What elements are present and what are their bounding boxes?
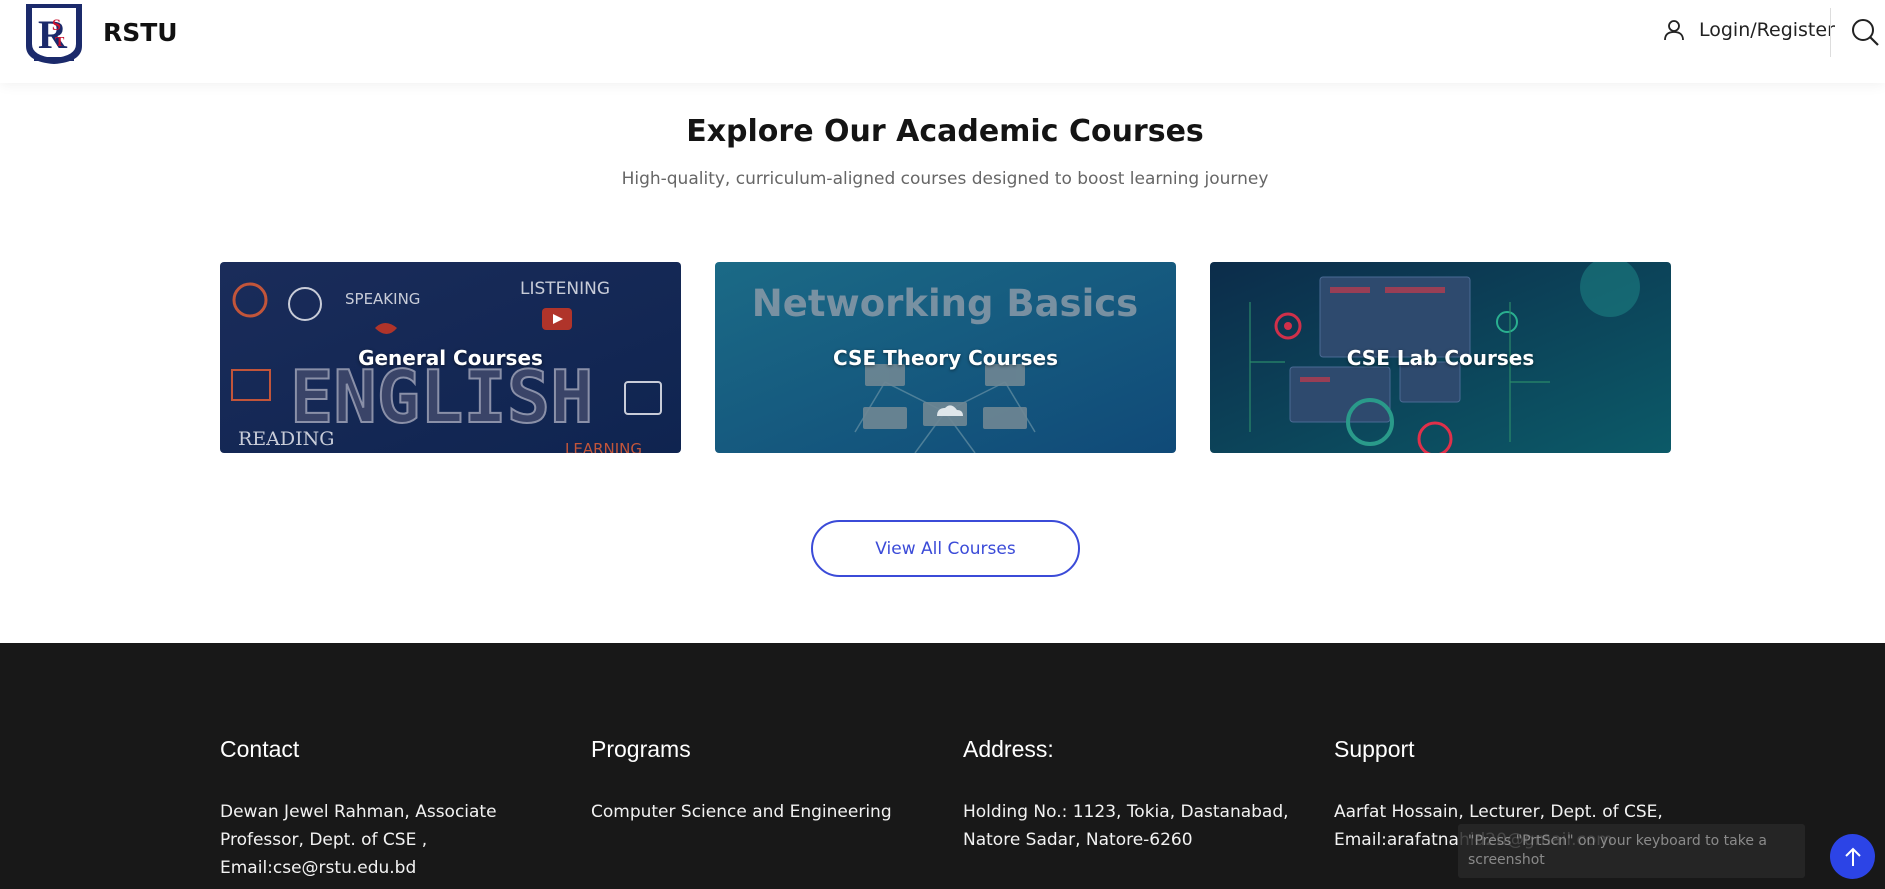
arrow-up-icon: [1844, 847, 1861, 866]
rstu-logo[interactable]: R S T: [24, 2, 84, 64]
course-card-general[interactable]: SPEAKING LISTENING ENGLISH READING LEARN…: [220, 262, 681, 453]
site-header: R S T RSTU Login/Register: [0, 0, 1885, 83]
login-register-link[interactable]: Login/Register: [1663, 19, 1835, 41]
section-title: Explore Our Academic Courses: [686, 114, 1204, 149]
card-title-cse-theory: CSE Theory Courses: [832, 345, 1059, 370]
course-card-cse-lab[interactable]: CSE Lab Courses: [1210, 262, 1671, 453]
brand-name[interactable]: RSTU: [103, 18, 178, 47]
svg-text:T: T: [55, 35, 65, 50]
section-subtitle: High-quality, curriculum-aligned courses…: [621, 169, 1269, 189]
footer-contact: Contact Dewan Jewel Rahman, Associate Pr…: [220, 736, 560, 882]
view-all-courses-button[interactable]: View All Courses: [811, 520, 1080, 577]
card-title-general: General Courses: [358, 345, 543, 370]
footer-contact-title: Contact: [220, 736, 300, 762]
footer-programs-title: Programs: [591, 736, 691, 762]
screenshot-toast: "Press "PrtScn" on your keyboard to take…: [1458, 824, 1805, 878]
search-icon: [1852, 19, 1879, 46]
footer-programs: Programs Computer Science and Engineerin…: [591, 736, 931, 826]
footer-address: Address: Holding No.: 1123, Tokia, Dasta…: [963, 736, 1303, 854]
footer-address-title: Address:: [963, 736, 1054, 762]
footer-program-link[interactable]: Computer Science and Engineering: [591, 798, 931, 826]
search-button[interactable]: [1850, 17, 1880, 47]
header-divider: [1830, 8, 1831, 57]
footer-support-title: Support: [1334, 736, 1415, 762]
footer-address-text: Holding No.: 1123, Tokia, Dastanabad, Na…: [963, 802, 1289, 850]
scroll-to-top-button[interactable]: [1830, 834, 1875, 879]
login-register-label: Login/Register: [1699, 19, 1835, 41]
course-card-cse-theory[interactable]: Networking Basics CSE Theory Courses: [715, 262, 1176, 453]
footer-contact-text: Dewan Jewel Rahman, Associate Professor,…: [220, 802, 497, 878]
user-icon: [1664, 20, 1684, 41]
card-title-cse-lab: CSE Lab Courses: [1346, 345, 1535, 370]
svg-text:S: S: [52, 17, 61, 34]
